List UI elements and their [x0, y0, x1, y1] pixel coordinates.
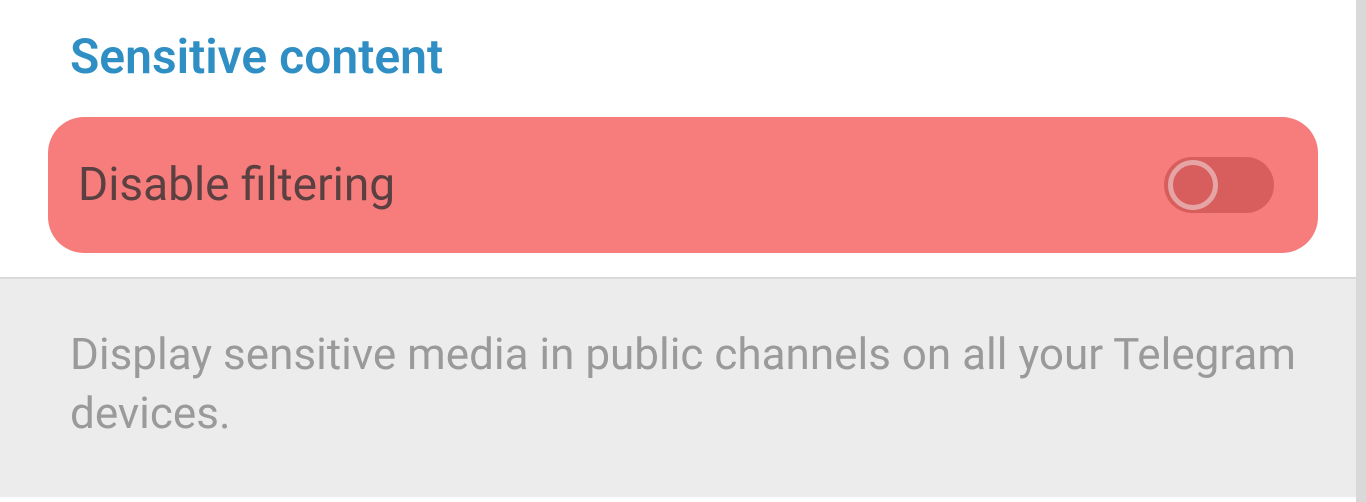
section-title: Sensitive content [0, 0, 1366, 103]
disable-filtering-row[interactable]: Disable filtering [48, 117, 1318, 253]
right-border [1356, 0, 1366, 502]
settings-panel: Sensitive content Disable filtering Disp… [0, 0, 1366, 502]
disable-filtering-label: Disable filtering [78, 158, 395, 212]
footer-area: Display sensitive media in public channe… [0, 277, 1366, 497]
disable-filtering-toggle[interactable] [1164, 157, 1274, 213]
setting-description: Display sensitive media in public channe… [70, 325, 1296, 444]
toggle-knob [1168, 160, 1218, 210]
